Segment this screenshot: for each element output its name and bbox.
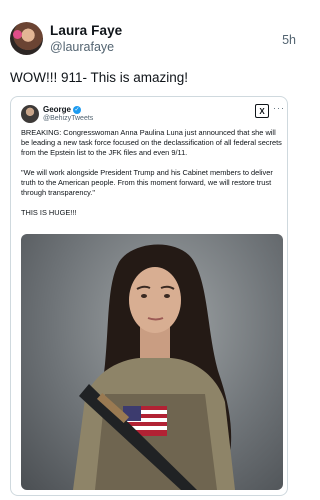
more-options-icon[interactable]: ···: [273, 103, 285, 113]
quote-paragraph: THIS IS HUGE!!!: [21, 208, 77, 217]
post-time[interactable]: 5h: [282, 33, 296, 47]
quoted-post[interactable]: George ✓ @BehizyTweets X ··· BREAKING: C…: [10, 96, 288, 496]
author-handle[interactable]: @laurafaye: [50, 40, 114, 54]
avatar[interactable]: [10, 22, 43, 55]
post-card[interactable]: Laura Faye @laurafaye 5h WOW!!! 911- Thi…: [0, 0, 307, 500]
quote-avatar[interactable]: [21, 105, 39, 123]
verified-badge-icon: ✓: [73, 105, 82, 114]
post-header: Laura Faye @laurafaye 5h: [10, 22, 300, 58]
quote-paragraph: "We will work alongside President Trump …: [21, 168, 273, 197]
quote-paragraph: BREAKING: Congresswoman Anna Paulina Lun…: [21, 128, 282, 157]
quote-text: BREAKING: Congresswoman Anna Paulina Lun…: [21, 128, 283, 218]
portrait-image: [73, 244, 235, 490]
quote-author-handle[interactable]: @BehizyTweets: [43, 115, 93, 122]
quote-author-name: George: [43, 105, 72, 114]
x-logo-icon[interactable]: X: [255, 104, 269, 118]
avatar-sticker-icon: [13, 30, 22, 39]
quote-photo[interactable]: [21, 234, 283, 490]
quote-author[interactable]: George ✓: [43, 105, 82, 114]
author-name[interactable]: Laura Faye: [50, 23, 122, 38]
post-text: WOW!!! 911- This is amazing!: [10, 70, 189, 85]
